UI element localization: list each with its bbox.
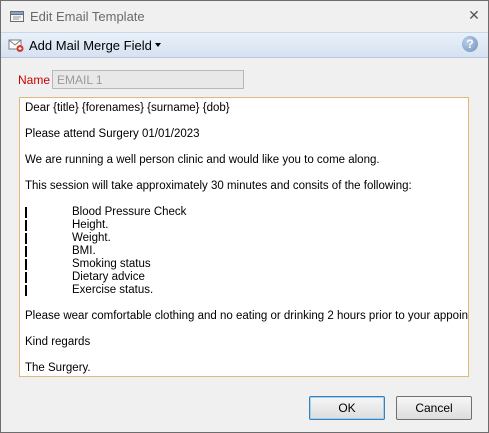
list-item: Blood Pressure Check: [25, 206, 468, 219]
bullet-bar: [25, 220, 27, 231]
session-line: This session will take approximately 30 …: [25, 180, 412, 192]
signature-line: The Surgery.: [25, 362, 91, 374]
clothing-line: Please wear comfortable clothing and no …: [25, 310, 469, 322]
bullet-bar: [25, 272, 27, 283]
toolbar: Add Mail Merge Field ?: [1, 32, 488, 58]
clinic-line: We are running a well person clinic and …: [25, 154, 380, 166]
list-item-text: Height.: [72, 219, 109, 231]
bullet-bar: [25, 285, 27, 296]
bullet-bar: [25, 233, 27, 244]
list-item-text: Exercise status.: [72, 284, 154, 296]
bullet-bar: [25, 259, 27, 270]
list-item: BMI.: [25, 245, 468, 258]
email-template-icon: [10, 11, 24, 22]
list-item-text: Blood Pressure Check: [72, 206, 187, 218]
bullet-list: Blood Pressure Check Height. Weight. BMI…: [25, 206, 468, 297]
list-item: Height.: [25, 219, 468, 232]
mail-merge-icon: [8, 39, 24, 52]
ok-button[interactable]: OK: [309, 396, 385, 420]
close-icon[interactable]: ✕: [466, 7, 482, 23]
help-icon[interactable]: ?: [462, 36, 478, 52]
attend-line: Please attend Surgery 01/01/2023: [25, 128, 200, 140]
bullet-bar: [25, 246, 27, 257]
add-mail-merge-field-button[interactable]: Add Mail Merge Field: [8, 35, 165, 55]
cancel-button[interactable]: Cancel: [396, 396, 472, 420]
email-body-editor[interactable]: Dear {title} {forenames} {surname} {dob}…: [19, 97, 469, 377]
window-title: Edit Email Template: [30, 9, 145, 24]
list-item-text: BMI.: [72, 245, 96, 257]
title-bar: Edit Email Template ✕: [1, 1, 488, 32]
mail-merge-label: Add Mail Merge Field: [29, 37, 152, 53]
name-field[interactable]: [52, 70, 244, 89]
list-item-text: Weight.: [72, 232, 111, 244]
bullet-bar: [25, 207, 27, 218]
list-item-text: Dietary advice: [72, 271, 145, 283]
name-label: Name: [18, 73, 51, 87]
list-item: Exercise status.: [25, 284, 468, 297]
list-item-text: Smoking status: [72, 258, 151, 270]
regards-line: Kind regards: [25, 336, 91, 348]
chevron-down-icon: [154, 43, 161, 47]
greeting-line: Dear {title} {forenames} {surname} {dob}: [25, 102, 230, 114]
list-item: Weight.: [25, 232, 468, 245]
edit-email-template-dialog: Edit Email Template ✕ Add Mail Merge Fie…: [0, 0, 489, 433]
list-item: Smoking status: [25, 258, 468, 271]
list-item: Dietary advice: [25, 271, 468, 284]
